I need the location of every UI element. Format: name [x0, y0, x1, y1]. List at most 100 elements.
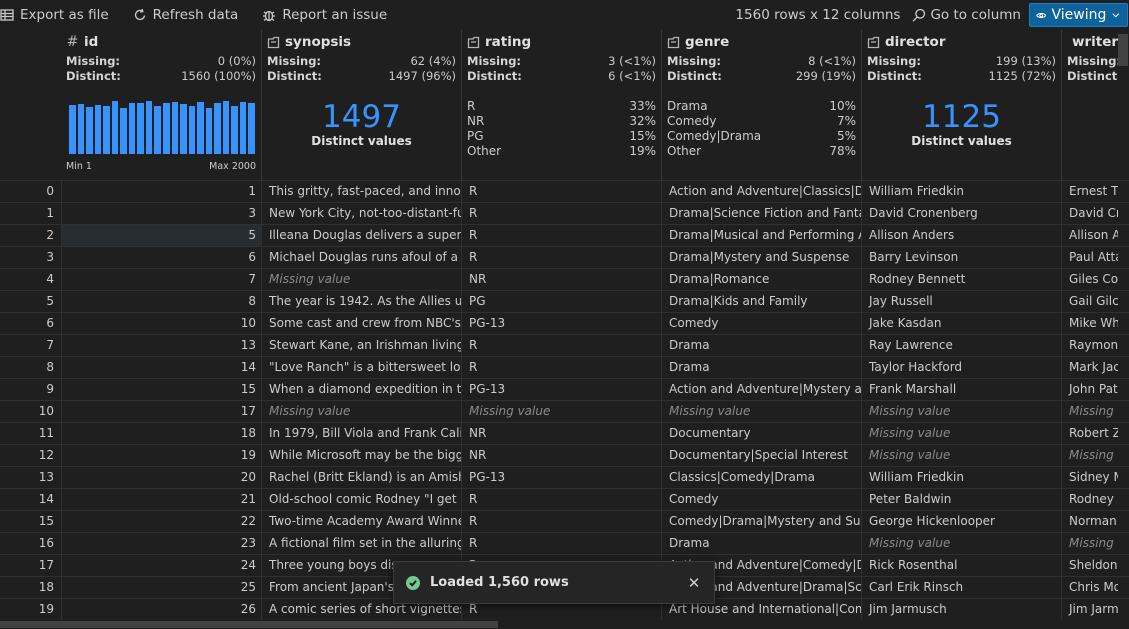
cell-genre[interactable]: Drama — [661, 533, 861, 555]
cell-director[interactable]: Missing value — [861, 533, 1061, 555]
cell-genre[interactable]: Documentary|Special Interest — [661, 445, 861, 467]
cell-rating[interactable]: R — [461, 247, 661, 269]
column-header-rating[interactable]: rating Missing: 3 (<1%) Distinct: 6 (<1%) … — [461, 30, 661, 180]
cell-id[interactable]: 3 — [61, 203, 261, 225]
cell-synopsis[interactable]: Rachel (Britt Ekland) is an Amish girl — [261, 467, 461, 489]
table-row[interactable]: 13New York City, not-too-distant-futureR… — [0, 202, 1129, 225]
cell-director[interactable]: Peter Baldwin — [861, 489, 1061, 511]
cell-rating[interactable]: R — [461, 181, 661, 203]
cell-director[interactable]: Jake Kasdan — [861, 313, 1061, 335]
horizontal-scrollbar[interactable] — [0, 620, 1129, 629]
close-icon[interactable]: ✕ — [686, 574, 702, 592]
cell-writer[interactable]: Sidney Michaels — [1061, 467, 1118, 489]
cell-synopsis[interactable]: The year is 1942. As the Allies unite — [261, 291, 461, 313]
cell-writer[interactable]: Missing value — [1061, 445, 1118, 467]
cell-synopsis[interactable]: Michael Douglas runs afoul of a treacher… — [261, 247, 461, 269]
table-row[interactable]: 11 18In 1979, Bill Viola and Frank Caligu… — [0, 422, 1129, 445]
cell-director[interactable]: Missing value — [861, 445, 1061, 467]
cell-rating[interactable]: R — [461, 335, 661, 357]
cell-writer[interactable]: John Patrick Shanley — [1061, 379, 1118, 401]
cell-writer[interactable]: Raymond Carver — [1061, 335, 1118, 357]
cell-rating[interactable]: R — [461, 533, 661, 555]
cell-genre[interactable]: Missing value — [661, 401, 861, 423]
cell-synopsis[interactable]: Missing value — [261, 401, 461, 423]
cell-rating[interactable]: R — [461, 357, 661, 379]
cell-genre[interactable]: Drama|Kids and Family — [661, 291, 861, 313]
cell-writer[interactable]: Chris Morgan — [1061, 577, 1118, 599]
cell-rating[interactable]: Missing value — [461, 401, 661, 423]
cell-writer[interactable]: Mark Jacobson — [1061, 357, 1118, 379]
cell-director[interactable]: Allison Anders — [861, 225, 1061, 247]
table-row[interactable]: 6 10Some cast and crew from NBC's highlyP… — [0, 312, 1129, 335]
cell-genre[interactable]: Drama — [661, 335, 861, 357]
table-row[interactable]: 4 7 Missing value NR Drama|Romance Rodney Ben… — [0, 268, 1129, 291]
table-row[interactable]: 14 21Old-school comic Rodney "I get no re… — [0, 488, 1129, 511]
table-row[interactable]: 10 17 Missing value Missing value Missing va… — [0, 400, 1129, 423]
column-header-writer[interactable]: writer Missing: Distinct: — [1061, 30, 1118, 180]
table-row[interactable]: 13 20Rachel (Britt Ekland) is an Amish gi… — [0, 466, 1129, 489]
cell-id[interactable]: 7 — [61, 269, 261, 291]
cell-writer[interactable]: Rodney Dangerfield — [1061, 489, 1118, 511]
cell-id[interactable]: 26 — [61, 599, 261, 620]
cell-writer[interactable]: Giles Cooper — [1061, 269, 1118, 291]
cell-writer[interactable]: Norman Snider — [1061, 511, 1118, 533]
cell-synopsis[interactable]: Illeana Douglas delivers a superb perfor… — [261, 225, 461, 247]
cell-synopsis[interactable]: When a diamond expedition in the Congo — [261, 379, 461, 401]
cell-director[interactable]: George Hickenlooper — [861, 511, 1061, 533]
cell-writer[interactable]: Jim Jarmusch — [1061, 599, 1118, 620]
cell-writer[interactable]: Robert Zagone — [1061, 423, 1118, 445]
cell-rating[interactable]: PG-13 — [461, 467, 661, 489]
cell-genre[interactable]: Drama — [661, 357, 861, 379]
vertical-scrollbar-thumb[interactable] — [1118, 34, 1128, 66]
table-row[interactable]: 8 14"Love Ranch" is a bittersweet love st… — [0, 356, 1129, 379]
cell-id[interactable]: 22 — [61, 511, 261, 533]
cell-id[interactable]: 21 — [61, 489, 261, 511]
cell-director[interactable]: Barry Levinson — [861, 247, 1061, 269]
cell-writer[interactable]: Missing value — [1061, 533, 1118, 555]
cell-id[interactable]: 15 — [61, 379, 261, 401]
table-row[interactable]: 15 22Two-time Academy Award Winner KevinR… — [0, 510, 1129, 533]
cell-synopsis[interactable]: Old-school comic Rodney "I get no respec… — [261, 489, 461, 511]
cell-id[interactable]: 8 — [61, 291, 261, 313]
table-row[interactable]: 12 19 While Microsoft may be the biggest NR… — [0, 444, 1129, 467]
cell-writer[interactable]: Missing value — [1061, 401, 1118, 423]
cell-id[interactable]: 14 — [61, 357, 261, 379]
cell-genre[interactable]: Drama|Science Fiction and Fantasy — [661, 203, 861, 225]
cell-genre[interactable]: Drama|Mystery and Suspense — [661, 247, 861, 269]
cell-synopsis[interactable]: "Love Ranch" is a bittersweet love story — [261, 357, 461, 379]
cell-director[interactable]: Missing value — [861, 423, 1061, 445]
column-header-genre[interactable]: genre Missing: 8 (<1%) Distinct: 299 (19%)… — [661, 30, 861, 180]
cell-writer[interactable]: Sheldon Lettich — [1061, 555, 1118, 577]
table-row[interactable]: 9 15When a diamond expedition in the Cong… — [0, 378, 1129, 401]
horizontal-scrollbar-thumb[interactable] — [0, 621, 498, 628]
refresh-button[interactable]: Refresh data — [121, 0, 251, 30]
table-row[interactable]: 7 13Stewart Kane, an Irishman living in t… — [0, 334, 1129, 357]
cell-genre[interactable]: Drama|Romance — [661, 269, 861, 291]
cell-writer[interactable]: Paul Attanasio — [1061, 247, 1118, 269]
cell-rating[interactable]: PG — [461, 291, 661, 313]
cell-director[interactable]: Carl Erik Rinsch — [861, 577, 1061, 599]
cell-director[interactable]: Rick Rosenthal — [861, 555, 1061, 577]
table-row[interactable]: 58The year is 1942. As the Allies uniteP… — [0, 290, 1129, 313]
cell-director[interactable]: Missing value — [861, 401, 1061, 423]
table-row[interactable]: 25Illeana Douglas delivers a superb perf… — [0, 224, 1129, 247]
table-row[interactable]: 36Michael Douglas runs afoul of a treach… — [0, 246, 1129, 269]
cell-rating[interactable]: NR — [461, 445, 661, 467]
cell-synopsis[interactable]: While Microsoft may be the biggest — [261, 445, 461, 467]
cell-rating[interactable]: PG-13 — [461, 313, 661, 335]
cell-director[interactable]: Jay Russell — [861, 291, 1061, 313]
cell-genre[interactable]: Comedy — [661, 489, 861, 511]
cell-genre[interactable]: Comedy — [661, 313, 861, 335]
cell-rating[interactable]: R — [461, 511, 661, 533]
cell-director[interactable]: William Friedkin — [861, 181, 1061, 203]
column-header-synopsis[interactable]: synopsis Missing: 62 (4%) Distinct: 1497 (… — [261, 30, 461, 180]
cell-synopsis[interactable]: Some cast and crew from NBC's highly — [261, 313, 461, 335]
table-row[interactable]: 01This gritty, fast-paced, and innovativ… — [0, 180, 1129, 203]
cell-id[interactable]: 5 — [61, 225, 261, 247]
cell-id[interactable]: 24 — [61, 555, 261, 577]
cell-writer[interactable]: David Cronenberg — [1061, 203, 1118, 225]
cell-id[interactable]: 18 — [61, 423, 261, 445]
table-row[interactable]: 16 23 A fictional film set in the alluring… — [0, 532, 1129, 555]
cell-writer[interactable]: Allison Anders — [1061, 225, 1118, 247]
cell-synopsis[interactable]: A fictional film set in the alluring wor… — [261, 533, 461, 555]
